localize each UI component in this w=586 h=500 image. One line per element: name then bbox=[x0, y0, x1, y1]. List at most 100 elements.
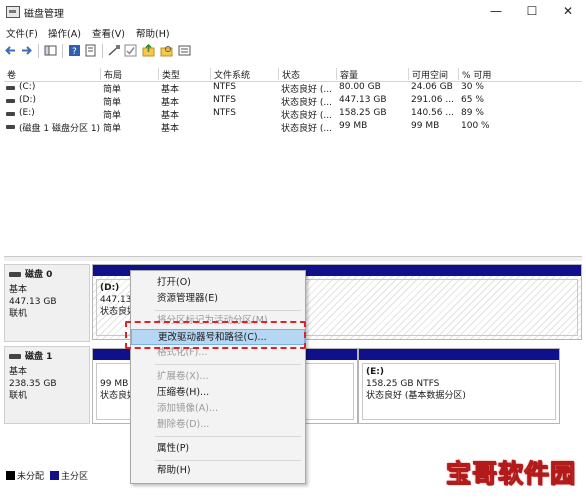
pane-splitter[interactable] bbox=[4, 256, 582, 261]
volume-icon bbox=[6, 99, 15, 103]
disk-1-state: 联机 bbox=[9, 391, 28, 401]
toolbar: ? bbox=[0, 41, 586, 61]
disk-1-size: 238.35 GB bbox=[9, 379, 57, 389]
legend-primary: 主分区 bbox=[61, 472, 89, 482]
column-type[interactable]: 类型 bbox=[158, 68, 210, 81]
column-status[interactable]: 状态 bbox=[278, 68, 336, 81]
volume-list: 卷 布局 类型 文件系统 状态 容量 可用空间 % 可用 (C:) 简单 基本 … bbox=[4, 67, 582, 255]
column-volume[interactable]: 卷 bbox=[4, 68, 100, 81]
svg-text:?: ? bbox=[72, 47, 77, 57]
disk-1-name: 磁盘 1 bbox=[25, 352, 53, 362]
close-button[interactable]: ✕ bbox=[554, 2, 582, 20]
column-file-system[interactable]: 文件系统 bbox=[210, 68, 278, 81]
table-row[interactable]: (E:) 简单 基本 NTFS 状态良好 (... 158.25 GB 140.… bbox=[4, 108, 582, 121]
cell-capacity: 158.25 GB bbox=[339, 108, 387, 118]
menu-separator bbox=[155, 436, 301, 437]
partition-e-info: (E:) 158.25 GB NTFS 状态良好 (基本数据分区) bbox=[362, 363, 556, 420]
menu-separator bbox=[155, 310, 301, 311]
partition-e[interactable]: (E:) 158.25 GB NTFS 状态良好 (基本数据分区) bbox=[358, 348, 560, 424]
cell-type: 基本 bbox=[161, 124, 180, 134]
cell-layout: 简单 bbox=[103, 98, 122, 108]
cell-file-system: NTFS bbox=[213, 95, 236, 105]
menu-item-help[interactable]: 帮助(H) bbox=[131, 463, 305, 479]
watermark: 宝哥软件园 bbox=[445, 459, 577, 489]
disk-0-name: 磁盘 0 bbox=[25, 270, 53, 280]
cell-layout: 简单 bbox=[103, 124, 122, 134]
cell-type: 基本 bbox=[161, 111, 180, 121]
disk-0-label[interactable]: 磁盘 0 基本 447.13 GB 联机 bbox=[4, 264, 90, 342]
highlight-callout bbox=[125, 321, 306, 349]
disk-management-icon bbox=[6, 6, 20, 18]
column-percent-free[interactable]: % 可用 bbox=[458, 68, 582, 81]
menu-separator bbox=[155, 460, 301, 461]
partition-e-size: 158.25 GB NTFS bbox=[366, 379, 440, 389]
volume-icon bbox=[6, 112, 15, 116]
legend-unallocated: 未分配 bbox=[17, 472, 45, 482]
cell-status: 状态良好 (... bbox=[281, 98, 332, 108]
column-free-space[interactable]: 可用空间 bbox=[408, 68, 458, 81]
partition-e-label: (E:) bbox=[366, 367, 384, 377]
cell-capacity: 447.13 GB bbox=[339, 95, 387, 105]
toolbar-separator bbox=[102, 44, 103, 58]
folder-search-icon[interactable] bbox=[160, 44, 173, 57]
cell-capacity: 99 MB bbox=[339, 121, 368, 131]
partition-e-status: 状态良好 (基本数据分区) bbox=[366, 391, 466, 401]
cell-volume: (磁盘 1 磁盘分区 1) bbox=[19, 124, 101, 134]
cell-volume: (E:) bbox=[19, 108, 35, 118]
table-row[interactable]: (磁盘 1 磁盘分区 1) 简单 基本 状态良好 (... 99 MB 99 M… bbox=[4, 121, 582, 134]
cell-capacity: 80.00 GB bbox=[339, 82, 381, 92]
column-capacity[interactable]: 容量 bbox=[336, 68, 408, 81]
cell-file-system: NTFS bbox=[213, 108, 236, 118]
cell-type: 基本 bbox=[161, 85, 180, 95]
volume-icon bbox=[6, 86, 15, 90]
maximize-button[interactable]: ☐ bbox=[518, 2, 546, 20]
folder-up-icon[interactable] bbox=[142, 44, 155, 57]
disk-1-type: 基本 bbox=[9, 367, 28, 377]
menu-view[interactable]: 查看(V) bbox=[92, 26, 125, 40]
cell-percent-free: 65 % bbox=[461, 95, 484, 105]
cell-status: 状态良好 (... bbox=[281, 111, 332, 121]
menu-item-extend-volume: 扩展卷(X)... bbox=[157, 371, 209, 382]
menu-item-properties[interactable]: 属性(P) bbox=[131, 441, 305, 457]
menu-separator bbox=[155, 364, 301, 365]
disk-0-state: 联机 bbox=[9, 309, 28, 319]
column-layout[interactable]: 布局 bbox=[100, 68, 158, 81]
volume-icon bbox=[6, 125, 15, 129]
disk-0-type: 基本 bbox=[9, 285, 28, 295]
toolbar-separator bbox=[38, 44, 39, 58]
cell-layout: 简单 bbox=[103, 111, 122, 121]
minimize-button[interactable]: — bbox=[482, 2, 510, 20]
menu-action[interactable]: 操作(A) bbox=[48, 26, 81, 40]
menu-item-shrink-volume[interactable]: 压缩卷(H)... bbox=[131, 385, 305, 401]
disk-icon bbox=[9, 272, 21, 277]
cell-status: 状态良好 (... bbox=[281, 124, 332, 134]
menu-item-open[interactable]: 打开(O) bbox=[131, 275, 305, 291]
back-icon[interactable] bbox=[4, 44, 17, 57]
toolbar-separator bbox=[62, 44, 63, 58]
console-tree-icon[interactable] bbox=[44, 44, 57, 57]
check-icon[interactable] bbox=[124, 44, 137, 57]
volume-list-header: 卷 布局 类型 文件系统 状态 容量 可用空间 % 可用 bbox=[4, 67, 582, 82]
disk-icon bbox=[9, 354, 21, 359]
cell-percent-free: 89 % bbox=[461, 108, 484, 118]
disk-1-label[interactable]: 磁盘 1 基本 238.35 GB 联机 bbox=[4, 346, 90, 424]
cell-layout: 简单 bbox=[103, 85, 122, 95]
help-icon[interactable]: ? bbox=[68, 44, 81, 57]
menu-item-explorer[interactable]: 资源管理器(E) bbox=[131, 291, 305, 307]
connect-icon[interactable] bbox=[108, 44, 121, 57]
view-list-icon[interactable] bbox=[178, 44, 191, 57]
properties-icon[interactable] bbox=[84, 44, 97, 57]
menu-bar: 文件(F) 操作(A) 查看(V) 帮助(H) bbox=[0, 24, 586, 41]
forward-icon[interactable] bbox=[20, 44, 33, 57]
context-menu: 打开(O) 资源管理器(E) 将分区标记为活动分区(M) 更改驱动器号和路径(C… bbox=[130, 270, 306, 484]
table-row[interactable]: (D:) 简单 基本 NTFS 状态良好 (... 447.13 GB 291.… bbox=[4, 95, 582, 108]
menu-item-add-mirror: 添加镜像(A)... bbox=[157, 403, 218, 414]
cell-type: 基本 bbox=[161, 98, 180, 108]
menu-file[interactable]: 文件(F) bbox=[6, 26, 38, 40]
cell-status: 状态良好 (... bbox=[281, 85, 332, 95]
cell-volume: (C:) bbox=[19, 82, 36, 92]
menu-help[interactable]: 帮助(H) bbox=[136, 26, 170, 40]
cell-free-space: 140.56 ... bbox=[411, 108, 454, 118]
partition-band bbox=[359, 349, 559, 360]
table-row[interactable]: (C:) 简单 基本 NTFS 状态良好 (... 80.00 GB 24.06… bbox=[4, 82, 582, 95]
